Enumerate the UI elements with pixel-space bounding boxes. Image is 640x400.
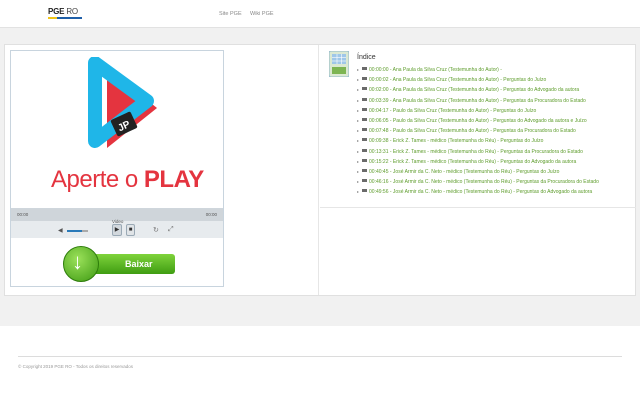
download-label: Baixar (125, 259, 153, 269)
bullet-icon: ▸ (357, 148, 360, 154)
index-item-label[interactable]: 00:07:48 - Paulo da Silva Cruz (Testemun… (369, 128, 576, 134)
volume-slider[interactable] (67, 230, 82, 232)
index-item-label[interactable]: 00:13:31 - Erick Z. Tames - médico (Test… (369, 149, 583, 155)
logo-stripe-accent (48, 17, 57, 19)
play-button[interactable]: ▶ (112, 224, 122, 236)
nav-link-site-pge[interactable]: Site PGE (219, 11, 242, 17)
nav-link-wiki-pge[interactable]: Wiki PGE (250, 11, 274, 17)
bullet-icon: ▸ (357, 189, 360, 195)
index-item[interactable]: ▸ 00:46:16 - José Armir da C. Neto - médi… (357, 179, 599, 189)
index-item[interactable]: ▸ 00:09:38 - Erick Z. Tames - médico (Tes… (357, 138, 599, 148)
video-camera-icon (362, 97, 368, 101)
logo-text: PGE RO (48, 7, 82, 16)
poster-caption: Aperte o PLAY (51, 166, 204, 194)
video-camera-icon (362, 189, 368, 193)
play-logo-icon: JP (88, 57, 157, 148)
index-item-label[interactable]: 00:03:39 - Ana Paula da Silva Cruz (Test… (369, 98, 586, 104)
bullet-icon: ▸ (357, 107, 360, 113)
player-controls: 00:00 00:00 ◀ Video ▶ ■ ↻ ⤢ (11, 208, 223, 238)
index-item[interactable]: ▸ 00:04:17 - Paulo da Silva Cruz (Testemu… (357, 107, 599, 118)
bullet-icon: ▸ (357, 138, 360, 144)
index-item[interactable]: ▸ 00:02:00 - Ana Paula da Silva Cruz (Tes… (357, 87, 599, 97)
video-camera-icon (362, 158, 368, 162)
video-camera-icon (362, 77, 368, 81)
bullet-icon: ▸ (357, 179, 360, 185)
video-poster[interactable]: JP Aperte o PLAY (11, 51, 223, 208)
index-title: Índice (357, 54, 376, 61)
index-item[interactable]: ▸ 00:07:48 - Paulo da Silva Cruz (Testemu… (357, 128, 599, 138)
index-item[interactable]: ▸ 00:06:05 - Paulo da Silva Cruz (Testemu… (357, 117, 599, 128)
index-column: Índice ▸ 00:00:00 - Ana Paula da Silva Cr… (320, 45, 636, 295)
repeat-icon[interactable]: ↻ (153, 226, 159, 234)
index-item[interactable]: ▸ 00:03:39 - Ana Paula da Silva Cruz (Tes… (357, 97, 599, 108)
index-grid-icon (329, 51, 349, 77)
index-item-label[interactable]: 00:04:17 - Paulo da Silva Cruz (Testemun… (369, 108, 536, 114)
player-column: JP Aperte o PLAY 00:00 00:00 ◀ Video ▶ ■… (5, 45, 319, 295)
bullet-icon: ▸ (357, 67, 360, 72)
bullet-icon: ▸ (357, 168, 360, 174)
index-item[interactable]: ▸ 00:00:00 - Ana Paula da Silva Cruz (Tes… (357, 67, 599, 77)
index-list: ▸ 00:00:00 - Ana Paula da Silva Cruz (Tes… (357, 67, 599, 199)
index-item[interactable]: ▸ 00:00:02 - Ana Paula da Silva Cruz (Tes… (357, 77, 599, 87)
bullet-icon: ▸ (357, 77, 360, 83)
video-camera-icon (362, 67, 368, 70)
logo-main: PGE (48, 7, 65, 16)
index-item-label[interactable]: 00:15:22 - Erick Z. Tames - médico (Test… (369, 159, 576, 165)
bullet-icon: ▸ (357, 97, 360, 103)
bullet-icon: ▸ (357, 117, 360, 123)
footer (0, 326, 640, 400)
logo-sub: RO (66, 7, 78, 16)
video-camera-icon (362, 117, 368, 121)
time-start: 00:00 (17, 212, 29, 217)
footer-divider (18, 356, 622, 357)
video-camera-icon (362, 138, 368, 142)
volume-slider-track[interactable] (82, 230, 88, 232)
index-box: Índice ▸ 00:00:00 - Ana Paula da Silva Cr… (320, 45, 636, 208)
play-icon: ▶ (114, 227, 120, 233)
index-item-label[interactable]: 00:49:56 - José Armir da C. Neto - médic… (369, 189, 592, 195)
index-item-label[interactable]: 00:40:45 - José Armir da C. Neto - médic… (369, 169, 559, 175)
bullet-icon: ▸ (357, 128, 360, 134)
video-player[interactable]: JP Aperte o PLAY 00:00 00:00 ◀ Video ▶ ■… (10, 50, 224, 287)
index-item-label[interactable]: 00:06:05 - Paulo da Silva Cruz (Testemun… (369, 118, 587, 124)
poster-caption-play: PLAY (143, 166, 204, 193)
index-item[interactable]: ▸ 00:49:56 - José Armir da C. Neto - médi… (357, 189, 599, 199)
time-end: 00:00 (205, 212, 217, 217)
video-camera-icon (362, 168, 368, 172)
index-item[interactable]: ▸ 00:40:45 - José Armir da C. Neto - médi… (357, 168, 599, 179)
copyright-text: © Copyright 2019 PGE RO - Todos os direi… (18, 364, 134, 369)
content-panel: JP Aperte o PLAY 00:00 00:00 ◀ Video ▶ ■… (4, 44, 636, 296)
video-camera-icon (362, 179, 368, 183)
index-item-label[interactable]: 00:09:38 - Erick Z. Tames - médico (Test… (369, 138, 543, 144)
index-item-label[interactable]: 00:00:02 - Ana Paula da Silva Cruz (Test… (369, 77, 546, 83)
stop-button[interactable]: ■ (126, 224, 135, 236)
index-item-label[interactable]: 00:46:16 - José Armir da C. Neto - médic… (369, 179, 599, 185)
bullet-icon: ▸ (357, 87, 360, 93)
video-camera-icon (362, 87, 368, 91)
top-navbar: PGE RO Site PGE Wiki PGE (0, 0, 640, 28)
index-item[interactable]: ▸ 00:13:31 - Erick Z. Tames - médico (Tes… (357, 148, 599, 159)
download-arrow-icon: ↓ (72, 249, 83, 274)
fullscreen-icon[interactable]: ⤢ (168, 226, 174, 234)
index-item[interactable]: ▸ 00:15:22 - Erick Z. Tames - médico (Tes… (357, 158, 599, 169)
stop-icon: ■ (128, 227, 133, 233)
index-item-label[interactable]: 00:02:00 - Ana Paula da Silva Cruz (Test… (369, 87, 579, 93)
video-camera-icon (362, 128, 368, 132)
pge-logo[interactable]: PGE RO (48, 7, 82, 20)
bullet-icon: ▸ (357, 158, 360, 164)
poster-caption-prefix: Aperte o (51, 166, 144, 193)
index-item-label[interactable]: 00:00:00 - Ana Paula da Silva Cruz (Test… (369, 67, 502, 73)
video-camera-icon (362, 148, 368, 152)
download-button[interactable]: ↓ Baixar (63, 246, 175, 282)
video-camera-icon (362, 107, 368, 111)
volume-icon[interactable]: ◀ (58, 227, 63, 234)
